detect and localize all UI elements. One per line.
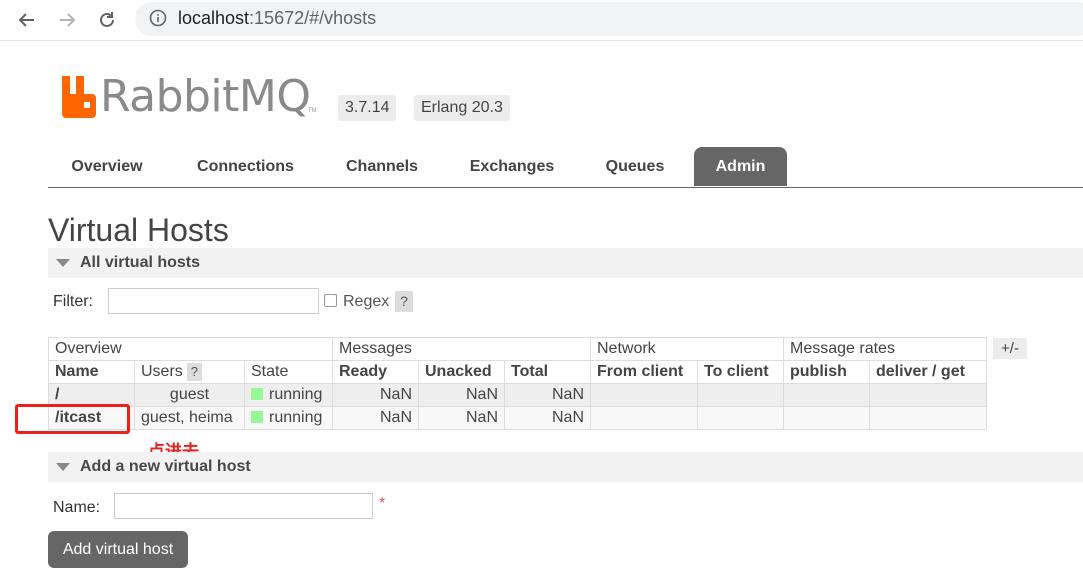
tab-overview[interactable]: Overview (48, 147, 166, 186)
highlight-box (15, 404, 130, 434)
tab-queues[interactable]: Queues (588, 147, 682, 186)
column-toggle-button[interactable]: +/- (993, 338, 1027, 359)
state-indicator-icon (251, 388, 263, 400)
version-badge: 3.7.14 (338, 95, 397, 121)
total-value: NaN (504, 383, 591, 407)
vhost-name-input[interactable] (114, 493, 373, 519)
publish-value (783, 383, 870, 407)
from-client-value (590, 383, 698, 407)
ready-value: NaN (332, 383, 419, 407)
table-row: /itcast guest, heima running NaN NaN NaN (48, 406, 987, 430)
url-host: localhost (178, 8, 250, 28)
rabbitmq-logo-icon (62, 76, 96, 118)
tab-admin[interactable]: Admin (694, 147, 787, 186)
reload-icon (100, 12, 114, 27)
regex-help-icon[interactable]: ? (395, 291, 413, 312)
tab-channels[interactable]: Channels (328, 147, 436, 186)
deliver-get-value (869, 406, 987, 430)
total-value: NaN (504, 406, 591, 430)
required-mark: * (379, 495, 386, 512)
users-help-icon[interactable]: ? (186, 363, 203, 381)
vhost-state: running (244, 406, 333, 430)
main-tabs: Overview Connections Channels Exchanges … (48, 147, 1083, 188)
erlang-badge: Erlang 20.3 (414, 95, 510, 121)
regex-checkbox[interactable] (324, 294, 337, 307)
col-to-client[interactable]: To client (697, 360, 784, 384)
page-title: Virtual Hosts (48, 212, 229, 248)
section-title: All virtual hosts (80, 254, 201, 271)
col-state[interactable]: State (244, 360, 333, 384)
state-text: running (269, 409, 323, 426)
state-indicator-icon (251, 411, 263, 423)
collapse-triangle-icon (56, 259, 70, 267)
filter-label: Filter: (53, 293, 93, 310)
col-from-client[interactable]: From client (590, 360, 698, 384)
collapse-triangle-icon (56, 463, 70, 471)
name-label: Name: (53, 499, 101, 516)
url-text: localhost:15672/#/vhosts (178, 8, 376, 29)
state-text: running (269, 386, 323, 403)
ready-value: NaN (332, 406, 419, 430)
info-icon[interactable] (149, 9, 167, 27)
back-arrow-icon (18, 13, 34, 27)
filter-input[interactable] (108, 288, 319, 314)
vhost-state: running (244, 383, 333, 407)
vhost-users: guest (134, 383, 245, 407)
col-users[interactable]: Users? (134, 360, 245, 384)
group-messages: Messages (332, 337, 591, 361)
col-publish[interactable]: publish (783, 360, 870, 384)
trademark: TM (308, 108, 317, 114)
url-path: :15672/#/vhosts (249, 8, 377, 28)
vhost-users: guest, heima (134, 406, 245, 430)
tab-connections[interactable]: Connections (180, 147, 311, 186)
publish-value (783, 406, 870, 430)
col-name[interactable]: Name (48, 360, 135, 384)
deliver-get-value (869, 383, 987, 407)
browser-toolbar: localhost:15672/#/vhosts (0, 0, 1083, 41)
all-virtual-hosts-section-toggle[interactable]: All virtual hosts (48, 248, 1083, 278)
to-client-value (697, 383, 784, 407)
unacked-value: NaN (418, 406, 505, 430)
col-users-label: Users (141, 363, 183, 380)
col-deliver-get[interactable]: deliver / get (869, 360, 987, 384)
col-ready[interactable]: Ready (332, 360, 419, 384)
forward-button[interactable] (54, 7, 80, 33)
col-total[interactable]: Total (504, 360, 591, 384)
brand-name: RabbitMQ (100, 71, 311, 122)
table-row: / guest running NaN NaN NaN (48, 383, 987, 407)
group-overview: Overview (48, 337, 333, 361)
from-client-value (590, 406, 698, 430)
tab-exchanges[interactable]: Exchanges (453, 147, 571, 186)
section-title: Add a new virtual host (80, 458, 251, 475)
add-vhost-section-toggle[interactable]: Add a new virtual host (48, 452, 1083, 482)
group-message-rates: Message rates (783, 337, 987, 361)
vhosts-table: Overview Messages Network Message rates … (48, 337, 987, 430)
forward-arrow-icon (60, 13, 76, 27)
regex-label: Regex (343, 293, 390, 310)
to-client-value (697, 406, 784, 430)
group-network: Network (590, 337, 784, 361)
unacked-value: NaN (418, 383, 505, 407)
reload-button[interactable] (94, 7, 120, 33)
add-virtual-host-button[interactable]: Add virtual host (48, 531, 188, 568)
col-unacked[interactable]: Unacked (418, 360, 505, 384)
back-button[interactable] (14, 7, 40, 33)
